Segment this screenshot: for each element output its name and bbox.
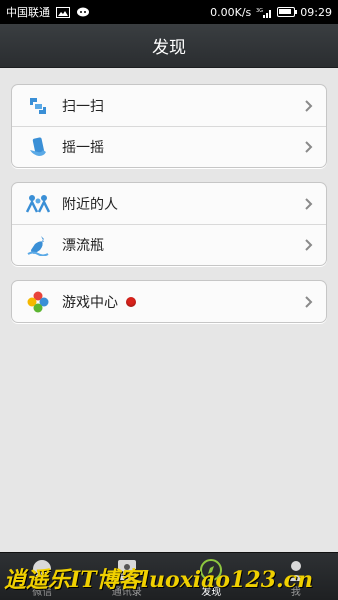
- menu-group-nearby-bottle: 附近的人 漂流瓶: [11, 182, 327, 266]
- menu-group-games: 游戏中心: [11, 280, 327, 323]
- chevron-right-icon: [305, 141, 313, 153]
- menu-item-people-nearby[interactable]: 附近的人: [12, 183, 326, 224]
- battery-icon: [277, 7, 298, 17]
- watermark-text: 逍遥乐IT博客luoxiao123.cn: [4, 567, 314, 593]
- carrier-label: 中国联通: [6, 6, 50, 19]
- chevron-right-icon: [305, 295, 313, 308]
- drift-bottle-icon: [26, 233, 50, 257]
- people-nearby-icon: [26, 192, 50, 216]
- menu-item-label: 附近的人: [62, 196, 118, 213]
- menu-item-label: 摇一摇: [62, 140, 104, 156]
- menu-item-scan[interactable]: 扫一扫: [12, 85, 326, 126]
- network-speed: 0.00K/s: [210, 5, 252, 19]
- menu-item-label: 漂流瓶: [62, 238, 104, 254]
- chevron-right-icon: [305, 239, 313, 251]
- menu-item-drift-bottle[interactable]: 漂流瓶: [12, 224, 326, 265]
- status-bar: 中国联通 0.00K/s 3G 09:29: [0, 0, 338, 24]
- menu-item-game-center[interactable]: 游戏中心: [12, 281, 326, 322]
- menu-group-scan-shake: 扫一扫 摇一摇: [11, 84, 327, 168]
- image-notification-icon: [56, 6, 70, 18]
- clock: 09:29: [300, 5, 332, 19]
- chevron-right-icon: [305, 99, 313, 112]
- shake-icon: [26, 135, 50, 159]
- menu-item-shake[interactable]: 摇一摇: [12, 126, 326, 167]
- title-bar: 发现: [0, 24, 338, 68]
- new-badge-dot: [126, 296, 136, 307]
- chevron-right-icon: [305, 197, 313, 210]
- game-center-icon: [26, 290, 50, 314]
- battery-fill: [279, 9, 291, 14]
- page-title: 发现: [152, 38, 186, 58]
- message-notification-icon: [77, 7, 89, 16]
- menu-item-label: 游戏中心: [62, 294, 118, 311]
- signal-icon: 3G: [256, 8, 272, 18]
- menu-item-label: 扫一扫: [62, 98, 104, 115]
- network-type: 3G: [256, 8, 263, 14]
- scan-icon: [26, 94, 50, 118]
